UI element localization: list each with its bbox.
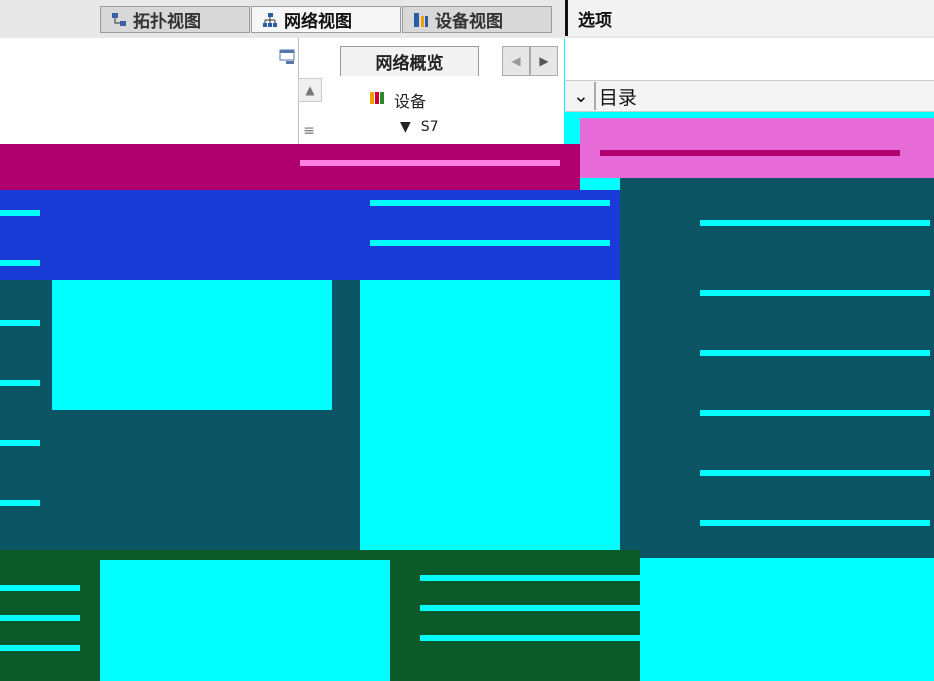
glitch-stripe [700,290,930,296]
glitch-stripe [0,320,40,326]
tab-topology-label: 拓扑视图 [133,12,201,32]
glitch-stripe [0,260,40,266]
tab-topology-view[interactable]: 拓扑视图 [100,6,250,33]
glitch-stripe [370,390,610,396]
list-menu-icon[interactable]: ≡ [298,120,320,142]
tree-item-label: S7 [420,119,439,135]
glitch-stripe [300,160,560,166]
glitch-stripe [0,380,40,386]
glitch-stripe [370,360,610,366]
chevron-down-icon[interactable]: ⌄ [573,85,589,107]
topology-icon [111,12,127,28]
glitch-stripe [420,575,640,581]
glitch-band-cyan-bottom [100,560,390,681]
glitch-stripe [700,350,930,356]
glitch-stripe [370,330,610,336]
glitch-stripe [370,470,610,476]
glitch-stripe [0,500,40,506]
glitch-stripe [700,520,930,526]
glitch-stripe [700,410,930,416]
glitch-stripe [370,300,610,306]
network-icon [262,12,278,28]
glitch-stripe [420,605,640,611]
glitch-band-inner [85,410,305,500]
chevron-right-icon[interactable]: ▶ [530,46,558,76]
panel-layout-icon[interactable] [278,48,296,66]
glitch-stripe [370,430,610,436]
glitch-stripe [700,220,930,226]
glitch-band-cyan-box [52,280,332,410]
devices-icon [368,89,386,111]
tab-network-view[interactable]: 网络视图 [251,6,401,33]
expand-arrow-icon[interactable]: ▼ [400,119,411,135]
chevron-left-icon[interactable]: ◀ [502,46,530,76]
catalog-section-header[interactable]: ⌄ 目录 [565,80,934,112]
glitch-stripe [370,240,610,246]
glitch-band-cyan-corner [640,558,934,681]
options-title: 选项 [565,0,934,36]
devices-label: 设备 [394,92,427,111]
glitch-stripe [420,635,640,641]
glitch-stripe [0,615,80,621]
scroll-up-button[interactable]: ▲ [298,78,322,102]
tab-network-overview[interactable]: 网络概览 [340,46,479,76]
glitch-stripe [600,150,900,156]
glitch-band-teal-right [620,178,934,558]
glitch-stripe [0,645,80,651]
editor-canvas [0,38,298,144]
tree-item[interactable]: ▼ S7 [400,118,439,136]
glitch-stripe [370,500,610,506]
options-panel [565,38,934,80]
tab-network-label: 网络视图 [284,12,352,32]
tab-device-label: 设备视图 [435,12,503,32]
glitch-stripe [0,440,40,446]
glitch-band-magenta [0,144,580,190]
glitch-stripe [370,200,610,206]
device-icon [413,12,429,28]
devices-tree-header[interactable]: 设备 [368,88,426,112]
tab-device-view[interactable]: 设备视图 [402,6,552,33]
glitch-stripe [700,470,930,476]
catalog-label: 目录 [598,86,637,109]
glitch-stripe [0,585,80,591]
glitch-stripe [0,210,40,216]
divider [594,82,596,110]
glitch-band-pink [580,118,934,178]
